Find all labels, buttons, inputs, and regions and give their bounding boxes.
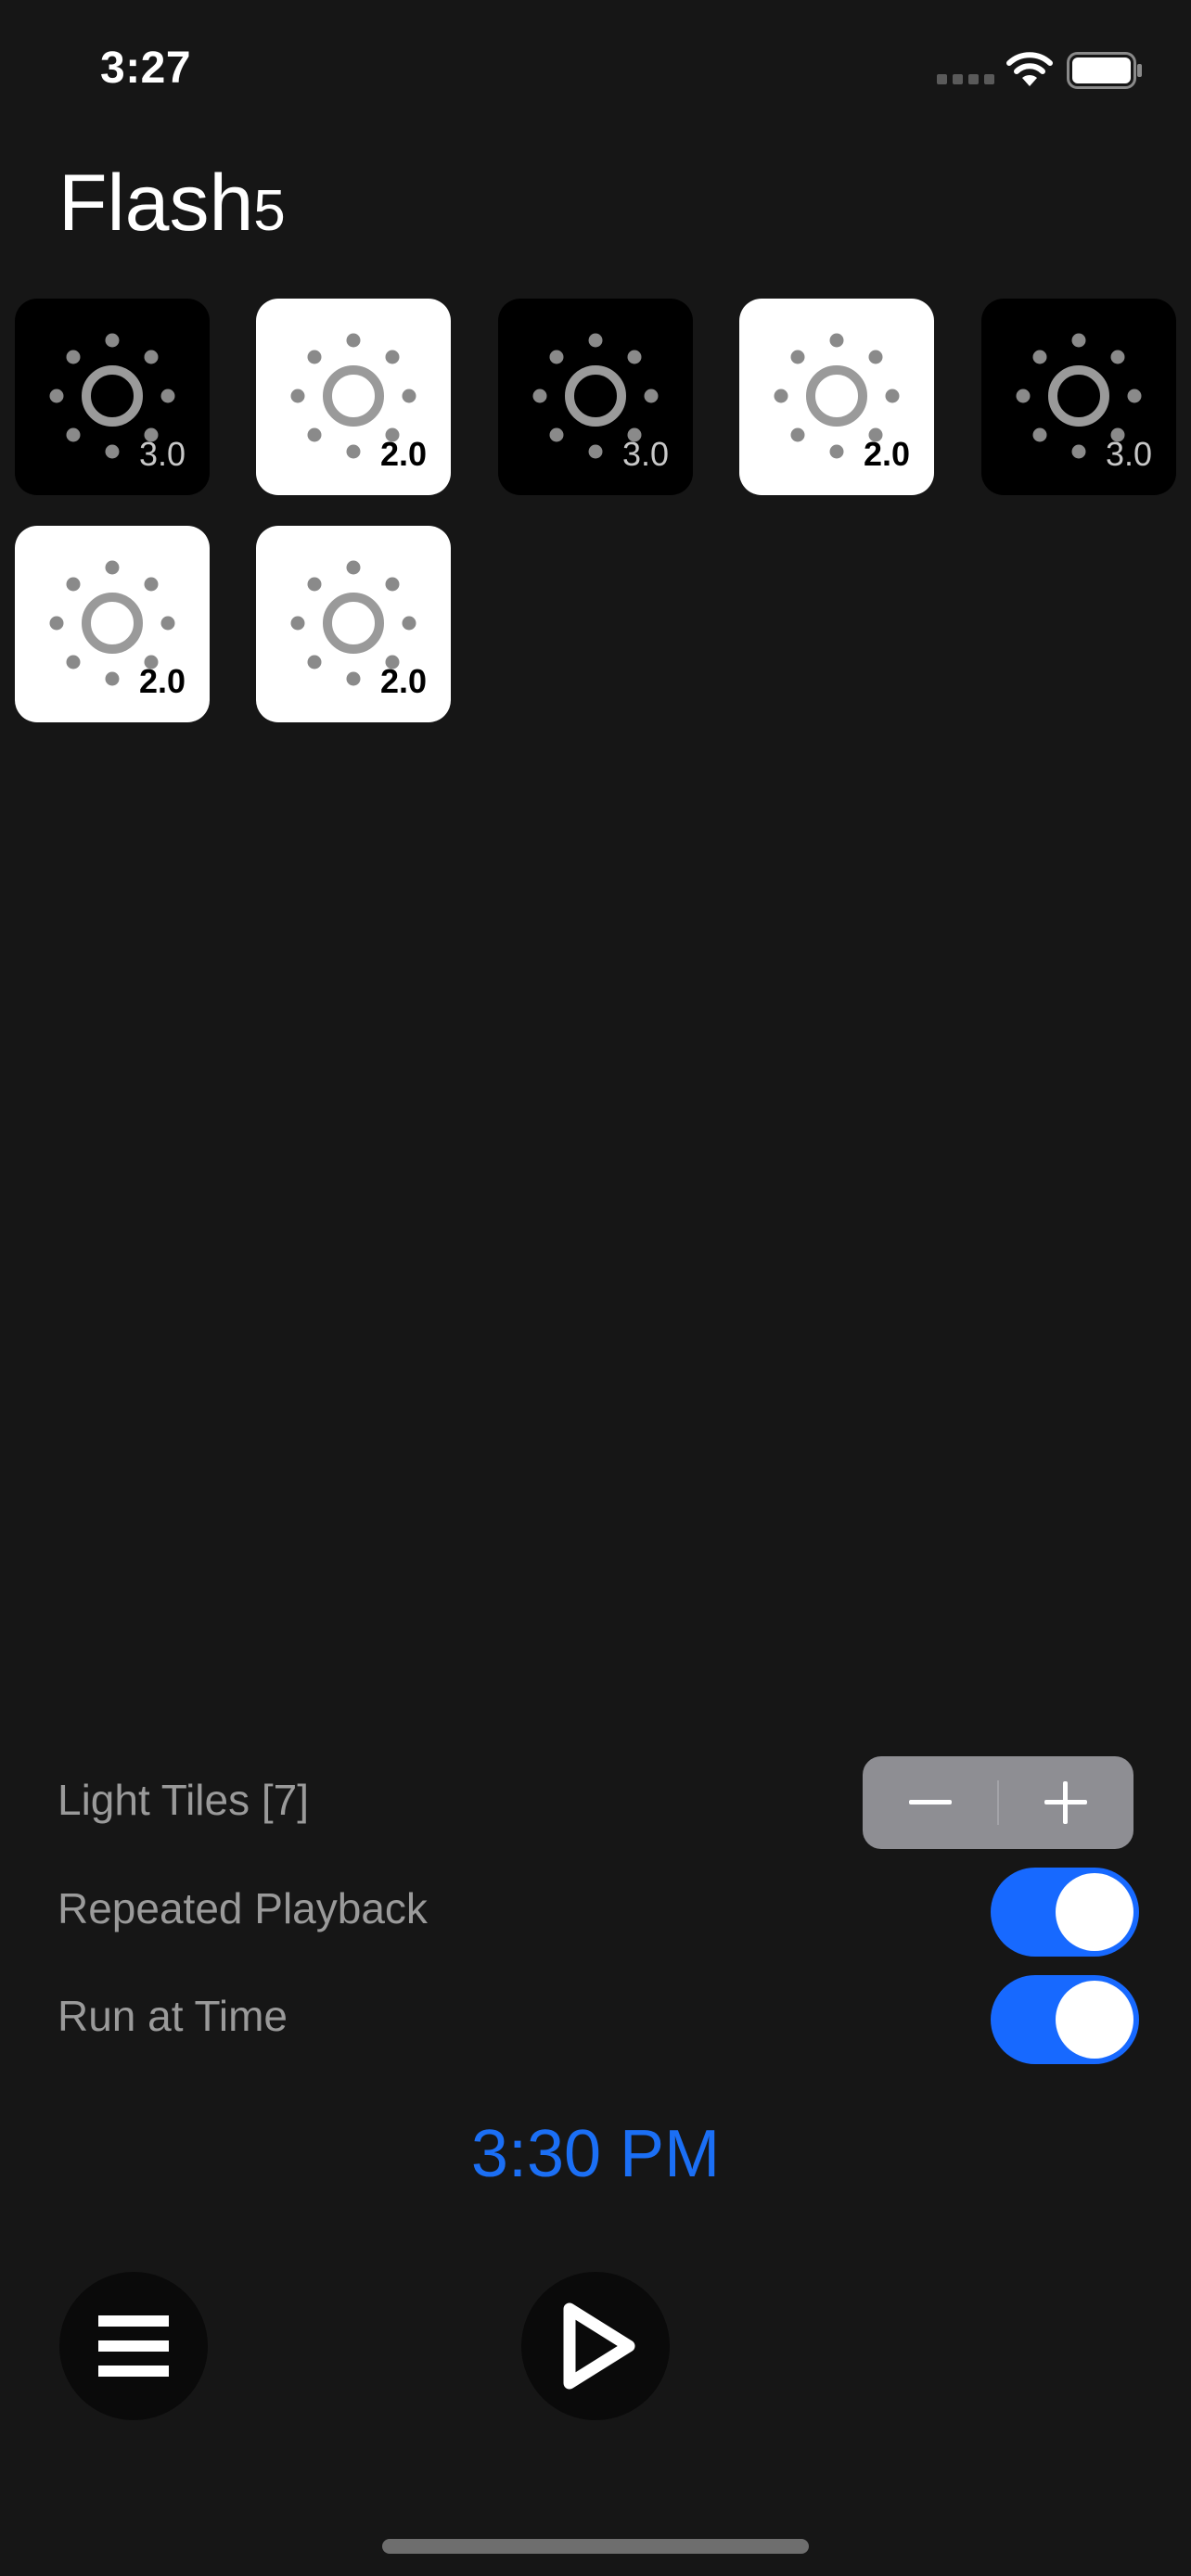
run-at-time-toggle[interactable] (991, 1975, 1139, 2064)
run-at-time-label: Run at Time (58, 1992, 288, 2040)
stepper-increment-button[interactable] (998, 1756, 1133, 1849)
tile-value: 2.0 (863, 435, 910, 473)
menu-icon (98, 2315, 169, 2377)
repeated-playback-label: Repeated Playback (58, 1884, 428, 1932)
run-time-picker[interactable]: 3:30 PM (0, 2116, 1191, 2192)
tile-value: 2.0 (138, 662, 186, 700)
tile-value: 3.0 (138, 435, 186, 473)
tile-value: 3.0 (621, 435, 669, 473)
toggle-knob (1056, 1981, 1133, 2059)
light-tile[interactable]: 2.0 (739, 299, 934, 495)
light-tiles-label: Light Tiles [7] (58, 1776, 310, 1824)
minus-icon (909, 1800, 952, 1804)
tile-value: 3.0 (1105, 435, 1152, 473)
light-tile[interactable]: 2.0 (256, 299, 451, 495)
plus-icon (1044, 1781, 1087, 1824)
light-tiles-grid: 3.0 2.0 3.0 2.0 3.0 2.0 2.0 (0, 0, 1191, 742)
home-indicator (382, 2539, 809, 2554)
tile-value: 2.0 (379, 662, 427, 700)
menu-button[interactable] (59, 2272, 208, 2420)
light-tiles-stepper (863, 1756, 1133, 1849)
light-tile[interactable]: 2.0 (15, 526, 210, 722)
stepper-divider (997, 1780, 999, 1825)
light-tile[interactable]: 3.0 (981, 299, 1176, 495)
tile-value: 2.0 (379, 435, 427, 473)
play-button[interactable] (521, 2272, 670, 2420)
light-tile[interactable]: 2.0 (256, 526, 451, 722)
play-icon (563, 2302, 635, 2390)
toggle-knob (1056, 1873, 1133, 1951)
light-tile[interactable]: 3.0 (15, 299, 210, 495)
light-tile[interactable]: 3.0 (498, 299, 693, 495)
stepper-decrement-button[interactable] (863, 1756, 998, 1849)
repeated-playback-toggle[interactable] (991, 1868, 1139, 1957)
